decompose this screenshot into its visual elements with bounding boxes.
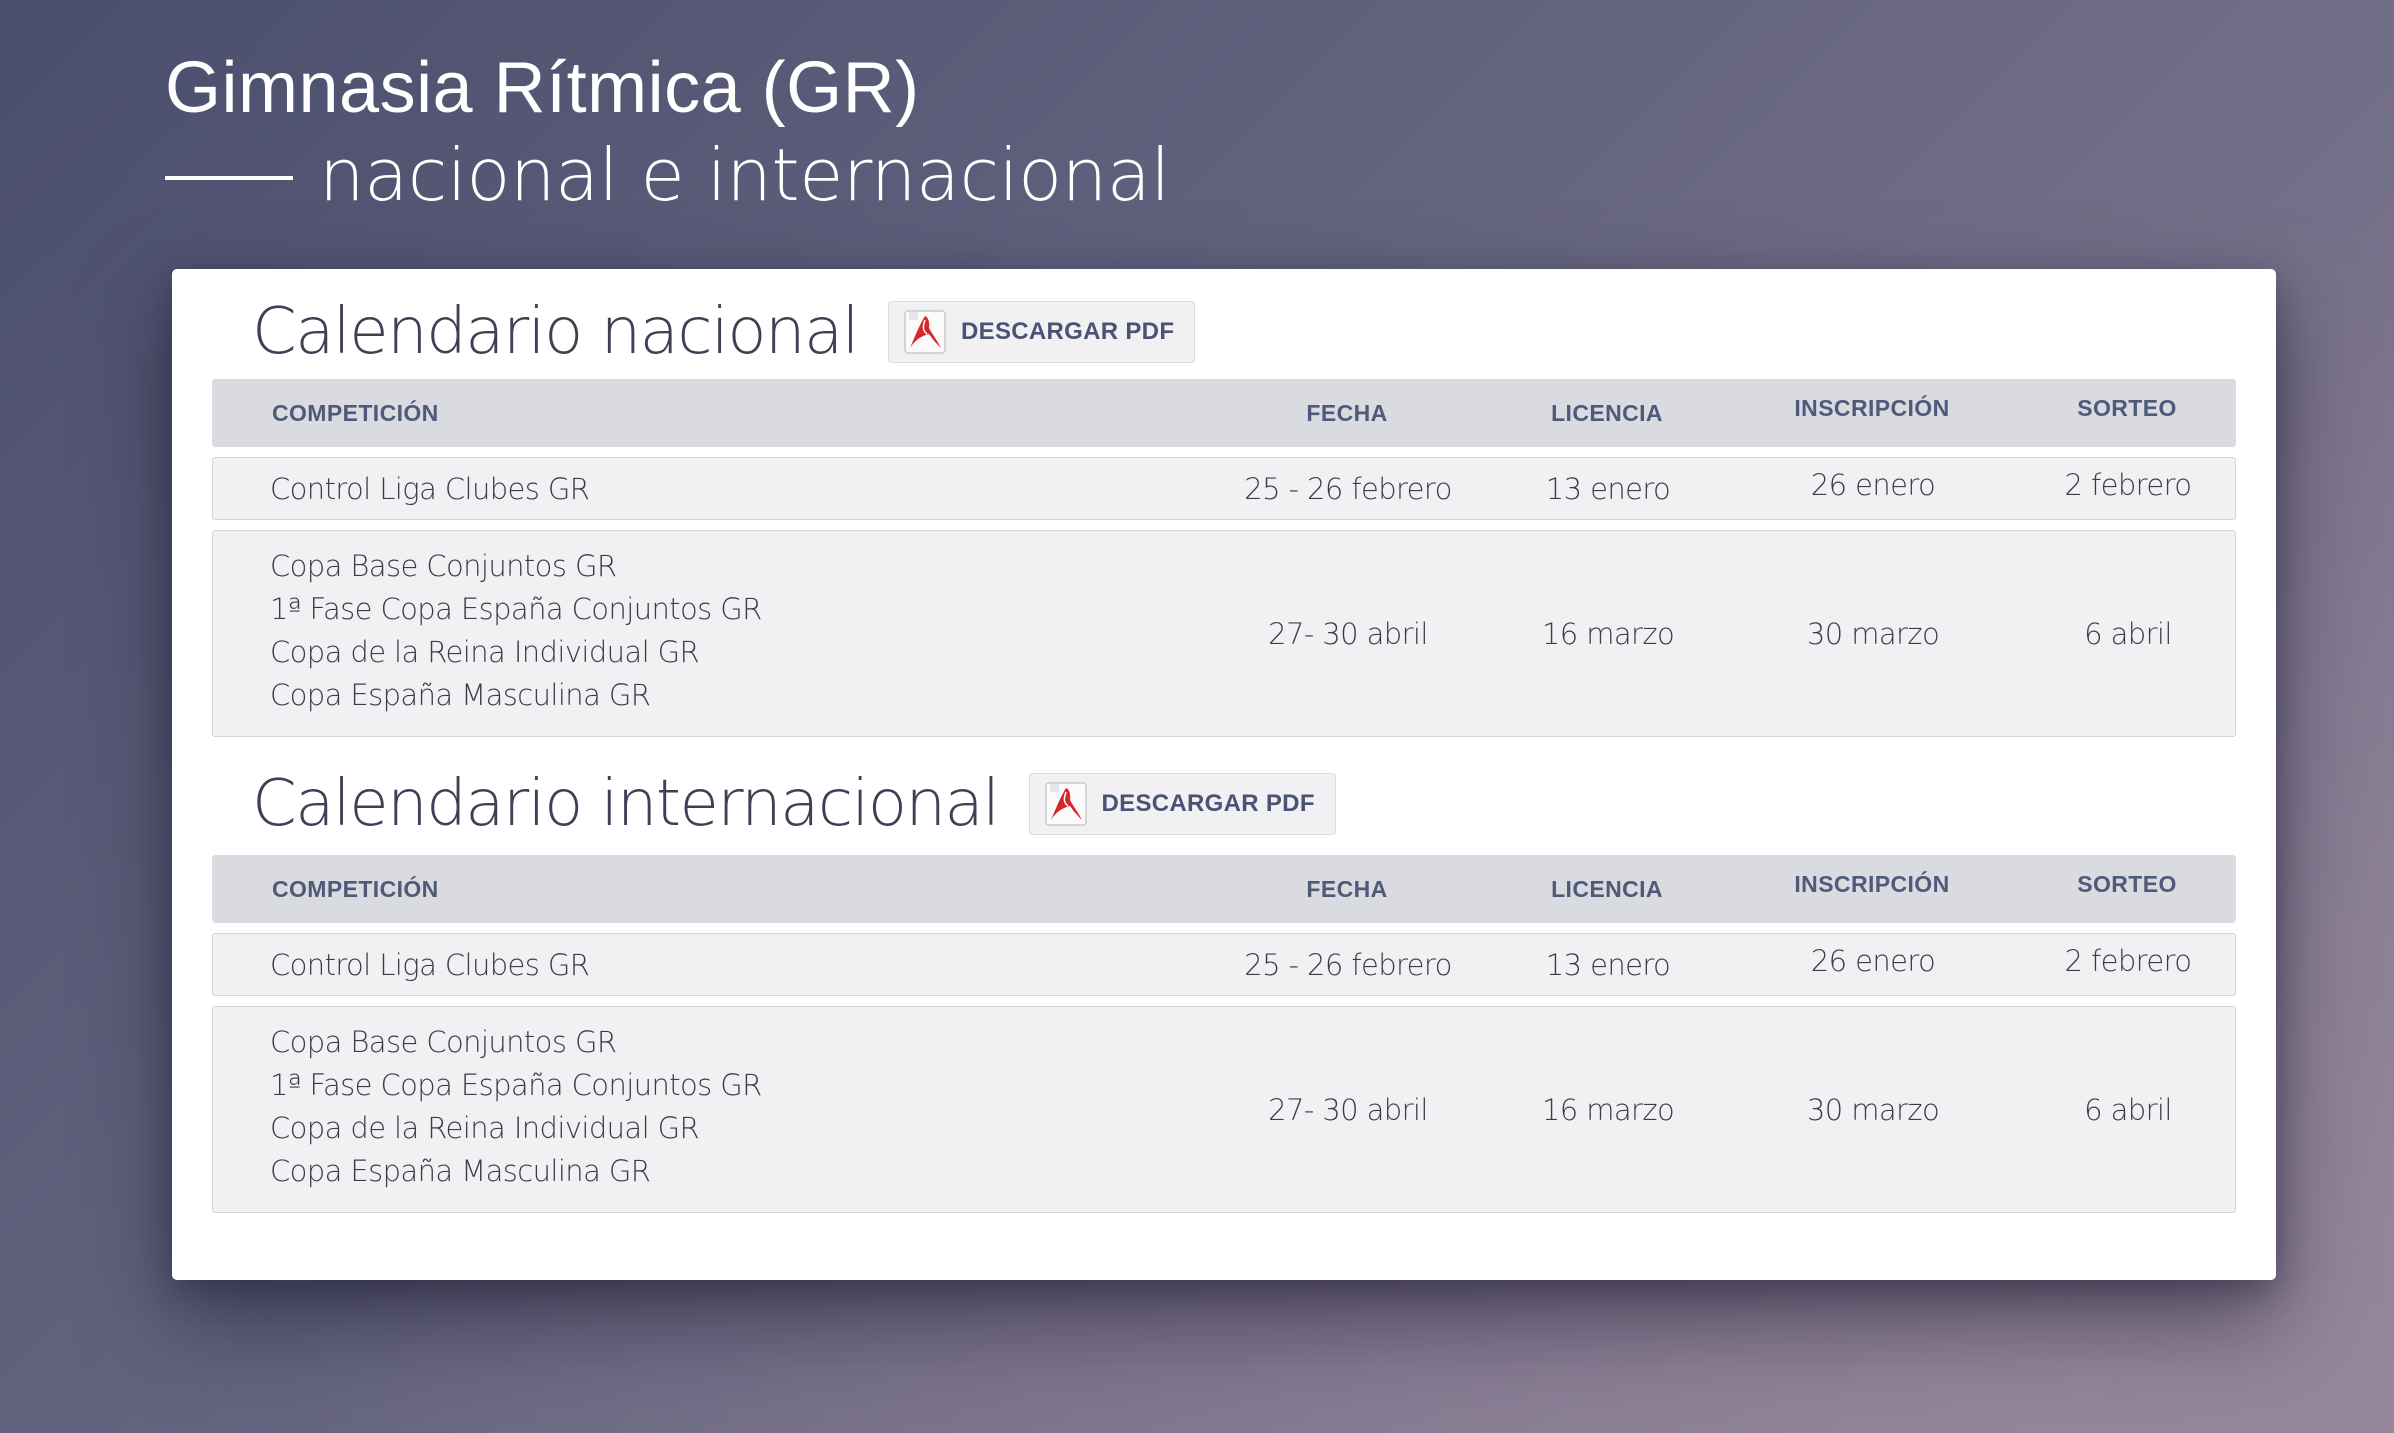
competition-name: Copa España Masculina GR <box>270 678 651 712</box>
col-inscripcion: INSCRIPCIÓN <box>1794 870 1950 897</box>
inscripcion-value: 30 marzo <box>1806 1092 1940 1127</box>
sorteo-value: 2 febrero <box>2064 943 2192 978</box>
hero: Gimnasia Rítmica (GR) nacional e interna… <box>165 48 1170 218</box>
competition-name: Copa Base Conjuntos GR <box>270 1025 617 1059</box>
col-sorteo: SORTEO <box>2077 870 2177 897</box>
download-pdf-button[interactable]: DESCARGAR PDF <box>888 301 1196 363</box>
competition-name: Control Liga Clubes GR <box>270 471 590 506</box>
download-pdf-label: DESCARGAR PDF <box>961 318 1175 345</box>
acrobat-pdf-icon <box>904 310 946 354</box>
fecha-value: 27- 30 abril <box>1268 1092 1428 1127</box>
licencia-value: 16 marzo <box>1541 616 1675 651</box>
col-competicion: COMPETICIÓN <box>272 875 439 902</box>
col-fecha: FECHA <box>1306 399 1388 426</box>
section-title: Calendario internacional <box>252 767 1000 841</box>
col-licencia: LICENCIA <box>1551 875 1663 902</box>
section-internacional: Calendario internacional DESCARGAR PDF C… <box>212 767 2236 1213</box>
col-competicion: COMPETICIÓN <box>272 399 439 426</box>
competition-list: Copa Base Conjuntos GR 1ª Fase Copa Espa… <box>270 545 762 717</box>
calendar-card: Calendario nacional DESCARGAR PDF COMPET… <box>172 269 2276 1280</box>
competition-list: Copa Base Conjuntos GR 1ª Fase Copa Espa… <box>270 1021 762 1193</box>
licencia-value: 13 enero <box>1545 947 1671 982</box>
section-title: Calendario nacional <box>252 295 860 369</box>
licencia-value: 16 marzo <box>1541 1092 1675 1127</box>
table-header: COMPETICIÓN FECHA LICENCIA INSCRIPCIÓN S… <box>212 855 2236 923</box>
col-fecha: FECHA <box>1306 875 1388 902</box>
sorteo-value: 6 abril <box>2084 616 2172 651</box>
sorteo-value: 2 febrero <box>2064 467 2192 502</box>
inscripcion-value: 26 enero <box>1810 943 1936 978</box>
section-header: Calendario internacional DESCARGAR PDF <box>212 767 2236 841</box>
page-title: Gimnasia Rítmica (GR) <box>165 48 920 128</box>
fecha-value: 25 - 26 febrero <box>1244 947 1452 982</box>
section-nacional: Calendario nacional DESCARGAR PDF COMPET… <box>212 295 2236 737</box>
fecha-value: 25 - 26 febrero <box>1244 471 1452 506</box>
col-inscripcion: INSCRIPCIÓN <box>1794 394 1950 421</box>
download-pdf-button[interactable]: DESCARGAR PDF <box>1028 773 1336 835</box>
acrobat-pdf-icon <box>1044 782 1087 826</box>
table-header: COMPETICIÓN FECHA LICENCIA INSCRIPCIÓN S… <box>212 379 2236 447</box>
section-header: Calendario nacional DESCARGAR PDF <box>212 295 2236 369</box>
col-sorteo: SORTEO <box>2077 394 2177 421</box>
subtitle-row: nacional e internacional <box>165 132 1170 218</box>
licencia-value: 13 enero <box>1545 471 1671 506</box>
competition-name: 1ª Fase Copa España Conjuntos GR <box>270 592 762 626</box>
competition-name: Copa España Masculina GR <box>270 1154 651 1188</box>
table-row: Control Liga Clubes GR 25 - 26 febrero 1… <box>212 457 2236 520</box>
table-row: Control Liga Clubes GR 25 - 26 febrero 1… <box>212 933 2236 996</box>
inscripcion-value: 26 enero <box>1810 467 1936 502</box>
fecha-value: 27- 30 abril <box>1268 616 1428 651</box>
competition-name: Copa de la Reina Individual GR <box>270 635 700 669</box>
table-row: Copa Base Conjuntos GR 1ª Fase Copa Espa… <box>212 1006 2236 1213</box>
inscripcion-value: 30 marzo <box>1806 616 1940 651</box>
subtitle-dash <box>165 176 293 180</box>
competition-name: 1ª Fase Copa España Conjuntos GR <box>270 1068 762 1102</box>
table-row: Copa Base Conjuntos GR 1ª Fase Copa Espa… <box>212 530 2236 737</box>
competition-name: Copa Base Conjuntos GR <box>270 549 617 583</box>
col-licencia: LICENCIA <box>1551 399 1663 426</box>
page-subtitle: nacional e internacional <box>319 133 1170 217</box>
competition-name: Copa de la Reina Individual GR <box>270 1111 700 1145</box>
competition-name: Control Liga Clubes GR <box>270 947 590 982</box>
sorteo-value: 6 abril <box>2084 1092 2172 1127</box>
download-pdf-label: DESCARGAR PDF <box>1101 790 1315 817</box>
